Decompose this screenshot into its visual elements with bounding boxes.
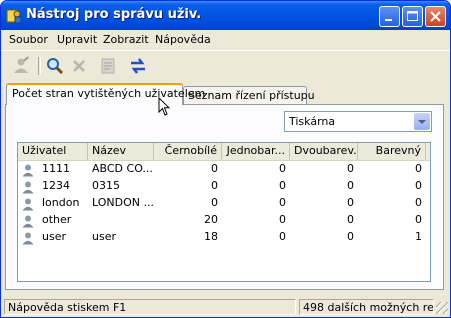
table-cell: 0	[211, 196, 218, 209]
table-cell: 0	[279, 196, 286, 209]
maximize-icon	[407, 11, 418, 21]
table-cell: 0	[211, 162, 218, 175]
user-list[interactable]: Uživatel Název Černobílé Jednobar... Dvo…	[17, 142, 431, 282]
table-cell: 0	[415, 162, 422, 175]
table-row[interactable]: london LONDON ... 0 0 0 0	[18, 195, 430, 212]
menu-view[interactable]: Zobrazit	[103, 33, 149, 46]
status-records-panel: 498 dalších možných registr	[299, 299, 434, 315]
properties-icon	[101, 58, 115, 74]
col-mono[interactable]: Černobílé	[154, 143, 222, 160]
status-help-panel: Nápověda stiskem F1	[4, 299, 296, 315]
user-icon	[22, 232, 34, 245]
table-cell: 1	[415, 230, 422, 243]
close-button[interactable]	[425, 6, 446, 27]
table-row[interactable]: user user 18 0 0 1	[18, 229, 430, 246]
properties-button[interactable]	[97, 55, 119, 77]
refresh-button[interactable]	[127, 55, 149, 77]
printer-select[interactable]: Tiskárna	[284, 111, 432, 132]
table-cell: london	[42, 196, 80, 209]
table-cell: 1234	[42, 179, 70, 192]
table-cell: 0	[347, 196, 354, 209]
table-cell: 0	[347, 230, 354, 243]
col-single-color[interactable]: Jednobar...	[222, 143, 290, 160]
window-title: Nástroj pro správu uživ.	[26, 7, 202, 22]
table-cell: 0	[415, 213, 422, 226]
table-cell: 0	[347, 162, 354, 175]
app-window: Nástroj pro správu uživ. Soubor Upravit …	[0, 0, 451, 318]
tab-access-control-label: Seznam řízení přístupu	[188, 89, 315, 102]
minimize-button[interactable]	[379, 6, 400, 27]
resize-grip[interactable]	[436, 302, 448, 314]
table-cell: ABCD CO...	[92, 162, 153, 175]
table-cell: 0	[279, 162, 286, 175]
chevron-down-icon[interactable]	[414, 113, 430, 130]
table-cell: user	[92, 230, 116, 243]
user-edit-button[interactable]	[10, 55, 32, 77]
table-cell: 1111	[42, 162, 70, 175]
search-button[interactable]	[44, 55, 66, 77]
tab-page-counts-label: Počet stran vytištěných uživatelem	[12, 87, 206, 100]
delete-icon	[73, 60, 85, 72]
mouse-cursor-icon	[158, 97, 170, 116]
col-full-color[interactable]: Barevný	[358, 143, 426, 160]
table-cell: LONDON ...	[92, 196, 154, 209]
col-user[interactable]: Uživatel	[18, 143, 88, 160]
printer-select-value: Tiskárna	[289, 115, 336, 128]
menu-edit[interactable]: Upravit	[57, 33, 97, 46]
table-row[interactable]: 1234 0315 0 0 0 0	[18, 178, 430, 195]
status-bar: Nápověda stiskem F1 498 dalších možných …	[1, 296, 450, 317]
table-cell: user	[42, 230, 66, 243]
status-help-text: Nápověda stiskem F1	[8, 301, 127, 314]
tab-page-counts[interactable]: Počet stran vytištěných uživatelem	[6, 83, 205, 105]
table-row[interactable]: other 20 0 0 0	[18, 212, 430, 229]
table-cell: 18	[204, 230, 218, 243]
app-icon	[6, 9, 22, 24]
user-icon	[22, 181, 34, 194]
table-cell: 0	[279, 230, 286, 243]
table-cell: 0	[279, 213, 286, 226]
table-cell: 0	[347, 213, 354, 226]
user-icon	[22, 198, 34, 211]
user-icon	[22, 164, 34, 177]
col-name[interactable]: Název	[88, 143, 154, 160]
toolbar-separator	[38, 57, 41, 75]
title-bar[interactable]: Nástroj pro správu uživ.	[1, 1, 450, 30]
table-cell: 0	[211, 179, 218, 192]
col-dual-color[interactable]: Dvoubarev.	[290, 143, 358, 160]
close-icon	[430, 11, 441, 22]
toolbar	[1, 50, 450, 81]
table-cell: 0	[415, 179, 422, 192]
table-row[interactable]: 1111 ABCD CO... 0 0 0 0	[18, 161, 430, 178]
menu-file[interactable]: Soubor	[9, 33, 48, 46]
user-icon	[22, 215, 34, 228]
refresh-icon	[131, 58, 145, 74]
menu-bar: Soubor Upravit Zobrazit Nápověda	[1, 30, 450, 49]
table-cell: 0	[279, 179, 286, 192]
table-cell: 0315	[92, 179, 120, 192]
table-cell: 0	[415, 196, 422, 209]
user-edit-icon	[14, 56, 29, 73]
table-cell	[88, 212, 154, 229]
search-icon	[47, 58, 64, 75]
list-header: Uživatel Název Černobílé Jednobar... Dvo…	[18, 143, 430, 161]
tab-strip: Počet stran vytištěných uživatelem Sezna…	[1, 83, 450, 105]
maximize-button[interactable]	[402, 6, 423, 27]
menu-help[interactable]: Nápověda	[155, 33, 211, 46]
table-cell: other	[42, 213, 72, 226]
delete-button[interactable]	[68, 55, 90, 77]
minimize-icon	[385, 19, 392, 21]
table-cell: 20	[204, 213, 218, 226]
table-cell: 0	[347, 179, 354, 192]
status-records-text: 498 dalších možných registr	[303, 301, 434, 314]
